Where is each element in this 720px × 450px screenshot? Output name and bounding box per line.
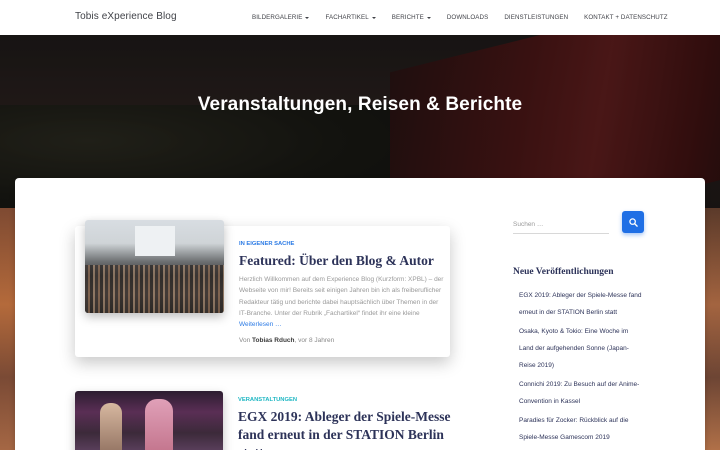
post-excerpt-text: Herzlich Willkommen auf dem Experience B… [239,276,444,317]
byline-date: , vor 8 Jahren [294,337,335,344]
recent-post-link[interactable]: Paradies für Zocker: Rückblick auf die S… [519,417,628,441]
nav-item-label: Bildergalerie [252,14,303,21]
read-more-link[interactable]: Weiterlesen … [239,321,282,328]
main-menu: Bildergalerie Fachartikel Berichte Downl… [252,0,684,35]
post-byline: Von Tobias Rduch, vor 8 Jahren [239,337,334,344]
nav-item-kontakt-datenschutz[interactable]: Kontakt + Datenschutz [584,14,667,21]
recent-posts-heading: Neue Veröffentlichungen [513,267,614,277]
post-title-link[interactable]: EGX 2019: Ableger der Spiele-Messe fand … [238,408,468,450]
search-button[interactable] [622,211,644,233]
thumbnail-figure [145,399,173,450]
recent-post-link[interactable]: Osaka, Kyoto & Tokio: Eine Woche im Land… [519,328,629,369]
thumbnail-stage [135,226,175,256]
page-title: Veranstaltungen, Reisen & Berichte [197,94,523,115]
thumbnail-figure [100,403,122,450]
nav-item-label: Dienstleistungen [504,14,569,21]
post-category-link[interactable]: In eigener Sache [239,241,294,247]
author-link[interactable]: Tobias Rduch [252,337,295,344]
nav-item-label: Fachartikel [325,14,369,21]
list-item: Paradies für Zocker: Rückblick auf die S… [519,412,644,446]
list-item: EGX 2019: Ableger der Spiele-Messe fand … [519,287,644,321]
thumbnail-crowd [85,265,224,313]
nav-item-dienstleistungen[interactable]: Dienstleistungen [504,14,568,21]
top-navbar: Tobis eXperience Blog Bildergalerie Fach… [0,0,720,35]
nav-item-label: Berichte [391,14,424,21]
list-item: Osaka, Kyoto & Tokio: Eine Woche im Land… [519,323,644,374]
nav-item-bildergalerie[interactable]: Bildergalerie [252,14,310,21]
site-brand[interactable]: Tobis eXperience Blog [75,11,177,22]
recent-post-link[interactable]: EGX 2019: Ableger der Spiele-Messe fand … [519,292,642,316]
post-title-link[interactable]: Featured: Über den Blog & Autor [239,253,434,269]
search-input[interactable] [513,216,609,234]
nav-item-berichte[interactable]: Berichte [392,14,431,21]
caret-down-icon [371,16,376,19]
nav-item-label: Kontakt + Datenschutz [584,14,668,21]
nav-item-label: Downloads [446,14,489,21]
nav-item-fachartikel[interactable]: Fachartikel [325,14,376,21]
list-item: Connichi 2019: Zu Besuch auf der Anime-C… [519,376,644,410]
caret-down-icon [426,16,431,19]
post-thumbnail[interactable] [75,391,223,450]
post-excerpt: Herzlich Willkommen auf dem Experience B… [239,274,444,330]
nav-item-downloads[interactable]: Downloads [447,14,488,21]
byline-prefix: Von [239,337,251,344]
recent-posts-list: EGX 2019: Ableger der Spiele-Messe fand … [519,287,644,448]
recent-post-link[interactable]: Connichi 2019: Zu Besuch auf der Anime-C… [519,381,639,405]
featured-post-thumbnail[interactable] [85,220,224,313]
caret-down-icon [305,16,310,19]
post-category-link[interactable]: Veranstaltungen [238,397,297,403]
search-icon [628,217,638,227]
